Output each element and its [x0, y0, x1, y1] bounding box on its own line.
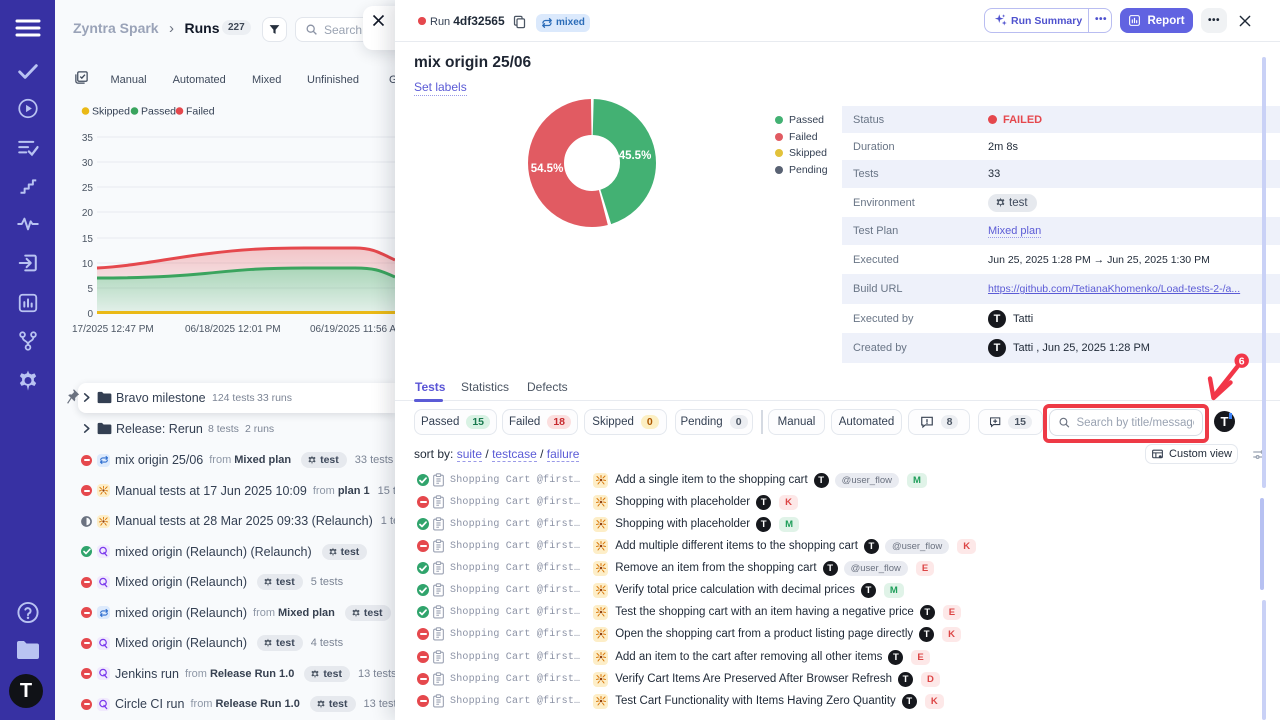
svg-text:35: 35 [82, 133, 94, 144]
svg-text:45.5%: 45.5% [619, 150, 652, 162]
svg-text:5: 5 [87, 284, 93, 295]
svg-text:10: 10 [82, 259, 94, 270]
svg-text:06/18/2025 12:01 PM: 06/18/2025 12:01 PM [185, 324, 281, 335]
svg-text:6: 6 [1239, 356, 1245, 368]
svg-text:17/2025 12:47 PM: 17/2025 12:47 PM [72, 324, 154, 335]
svg-text:Skipped: Skipped [92, 106, 130, 118]
svg-text:06/19/2025 11:56 AM: 06/19/2025 11:56 AM [310, 324, 395, 335]
svg-text:15: 15 [82, 234, 94, 245]
svg-text:Failed: Failed [186, 106, 215, 118]
svg-text:25: 25 [82, 183, 94, 194]
svg-text:0: 0 [87, 309, 93, 320]
svg-text:20: 20 [82, 208, 94, 219]
svg-text:30: 30 [82, 158, 94, 169]
svg-text:54.5%: 54.5% [531, 163, 564, 175]
svg-text:Passed: Passed [141, 106, 176, 118]
